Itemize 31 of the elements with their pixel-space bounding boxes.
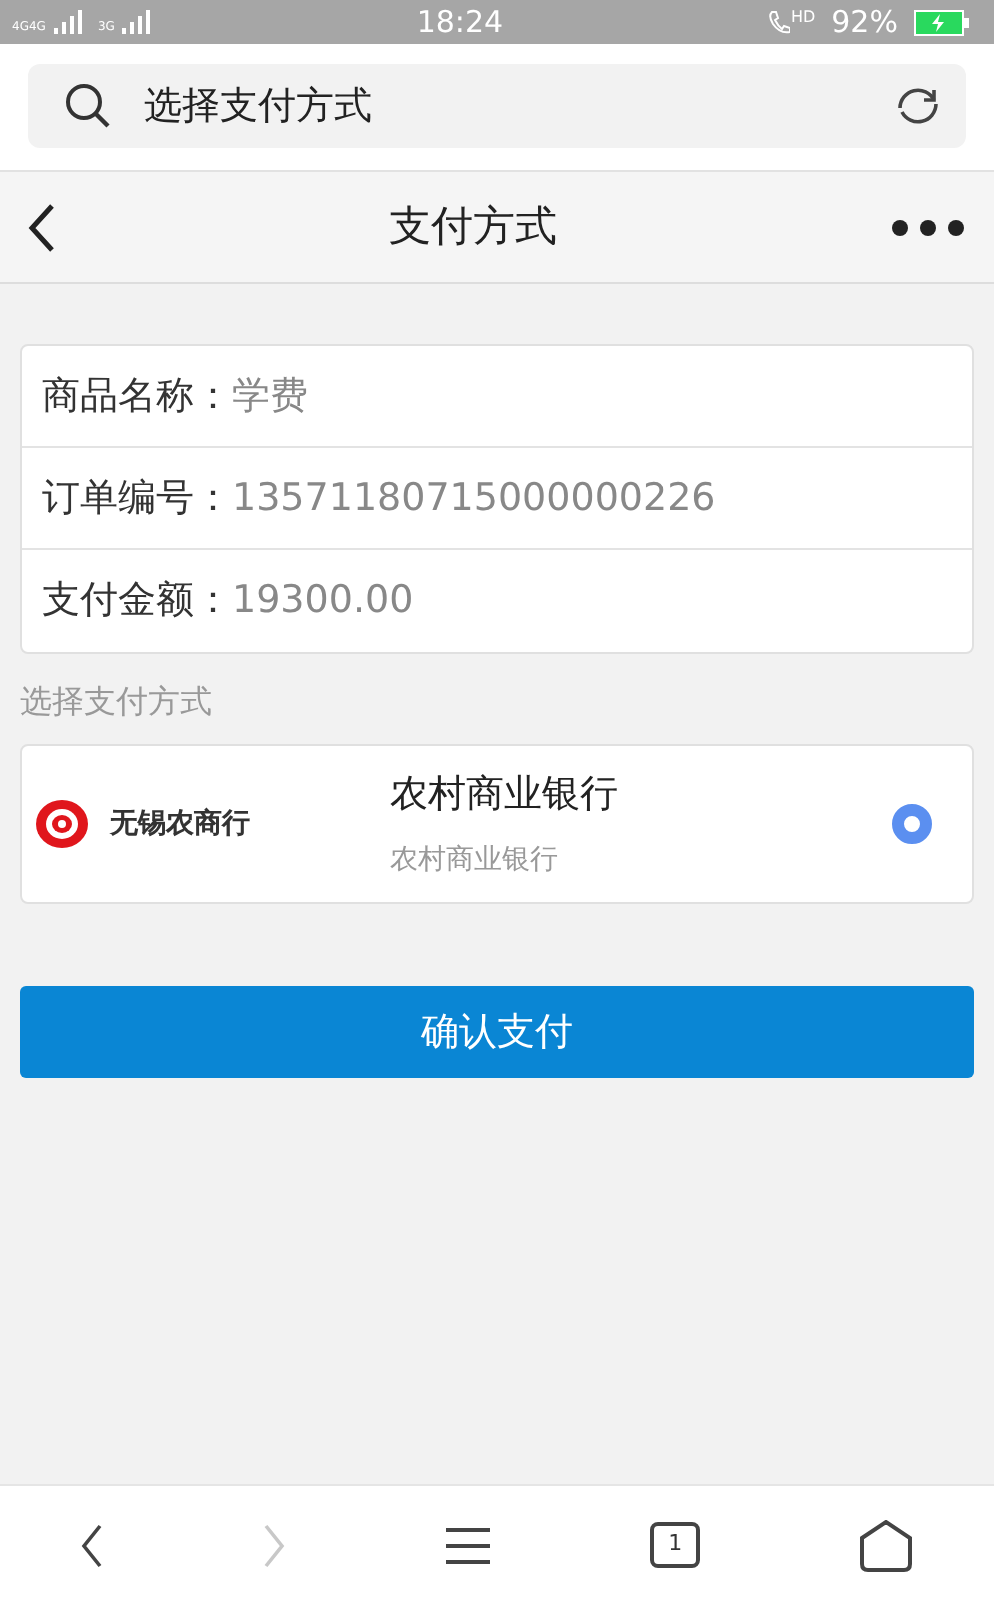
back-icon[interactable] (28, 203, 56, 251)
confirm-button[interactable]: 确认支付 (20, 986, 974, 1078)
home-icon[interactable] (858, 1519, 915, 1571)
phone-icon (768, 10, 791, 34)
field-label: 支付金额： (42, 576, 232, 627)
page-title: 支付方式 (389, 199, 557, 254)
clock-time: 18:24 (416, 1, 504, 44)
hd-label: HD (790, 10, 816, 26)
back-icon[interactable] (79, 1523, 104, 1567)
signal-icon (53, 10, 82, 34)
bank-name: 农村商业银行 (390, 770, 620, 821)
field-value: 13571180715000000226 (232, 473, 716, 524)
field-label: 订单编号： (42, 473, 232, 524)
signal-icon (122, 10, 151, 34)
field-label: 商品名称： (42, 371, 232, 422)
radio-button[interactable] (892, 804, 932, 844)
bank-logo-text: 无锡农商行 (110, 805, 252, 843)
refresh-icon[interactable] (894, 84, 942, 128)
menu-icon[interactable] (443, 1525, 492, 1565)
section-label: 选择支付方式 (20, 680, 214, 724)
battery-percent: 92% (831, 1, 898, 44)
bank-subtitle: 农村商业银行 (390, 841, 560, 880)
bank-logo-icon (34, 798, 94, 850)
field-value: 学费 (232, 371, 308, 422)
search-field[interactable]: 选择支付方式 (28, 64, 966, 148)
battery-icon (913, 9, 970, 35)
search-icon (64, 82, 112, 130)
field-value: 19300.00 (232, 576, 414, 627)
payment-option[interactable]: 无锡农商行 农村商业银行 农村商业银行 (20, 744, 974, 904)
tabs-button[interactable]: 1 (650, 1522, 701, 1568)
more-icon[interactable] (890, 217, 966, 237)
